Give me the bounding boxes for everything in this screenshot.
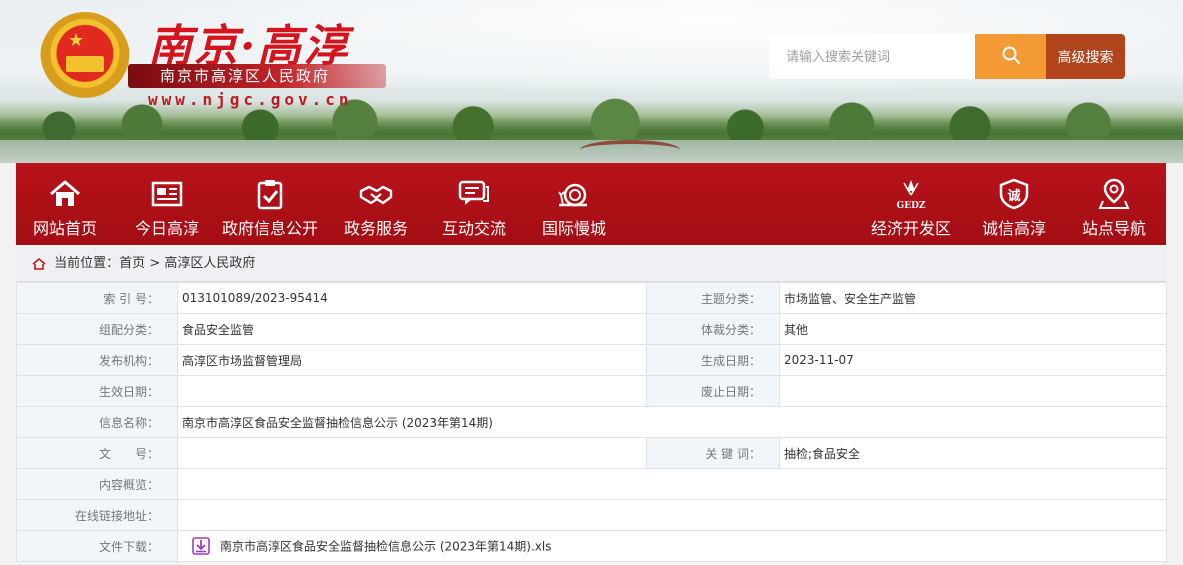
created-label: 生成日期： [646, 344, 780, 376]
effective-label: 生效日期： [16, 375, 178, 407]
advanced-search-button[interactable]: 高级搜索 [1046, 34, 1125, 79]
publisher-label: 发布机构： [16, 344, 178, 376]
breadcrumb-current-link[interactable]: 高淳区人民政府 [164, 256, 255, 271]
nav-item-dev-zone[interactable]: GEDZ 经济开发区 [868, 163, 954, 245]
effective-value [177, 375, 647, 407]
clipboard-check-icon [257, 180, 283, 210]
topic-value: 市场监管、安全生产监管 [779, 282, 1167, 314]
search-input[interactable] [769, 34, 975, 79]
search-button[interactable] [975, 34, 1046, 79]
table-row: 信息名称： 南京市高淳区食品安全监督抽检信息公示 (2023年第14期) [16, 406, 1167, 438]
nav-item-today[interactable]: 今日高淳 [126, 163, 208, 245]
search-icon [1002, 46, 1020, 65]
abolish-value [779, 375, 1167, 407]
name-label: 信息名称： [16, 406, 178, 438]
index-value: 013101089/2023-95414 [177, 282, 647, 314]
snail-icon [558, 183, 587, 207]
svg-text:GEDZ: GEDZ [897, 201, 926, 211]
gedz-logo-icon: GEDZ [897, 180, 926, 211]
doc-no-value [177, 437, 647, 469]
info-table: 索 引 号： 013101089/2023-95414 主题分类： 市场监管、安… [16, 282, 1167, 562]
nav-item-home[interactable]: 网站首页 [26, 163, 104, 245]
doc-no-label: 文 号： [16, 437, 178, 469]
home-icon [32, 257, 46, 270]
abolish-label: 废止日期： [646, 375, 780, 407]
chat-icon [458, 180, 489, 205]
genre-value: 其他 [779, 313, 1167, 345]
download-icon[interactable] [192, 537, 210, 555]
summary-value [177, 468, 1167, 500]
site-subtitle: 南京市高淳区人民政府 [128, 64, 386, 88]
file-download-link[interactable]: 南京市高淳区食品安全监督抽检信息公示 (2023年第14期).xls [220, 540, 552, 554]
newspaper-icon [151, 181, 183, 207]
site-url: www.njgc.gov.cn [148, 90, 353, 109]
header-banner: ★ 南京·高淳 南京市高淳区人民政府 www.njgc.gov.cn 高级搜索 [0, 0, 1183, 163]
topic-label: 主题分类： [646, 282, 780, 314]
link-label: 在线链接地址： [16, 499, 178, 531]
org-category-value: 食品安全监管 [177, 313, 647, 345]
keywords-label: 关 键 词： [646, 437, 780, 469]
table-row: 文 号： 关 键 词： 抽检;食品安全 [16, 437, 1167, 469]
nav-item-gov-info[interactable]: 政府信息公开 [220, 163, 320, 245]
table-row: 发布机构： 高淳区市场监督管理局 生成日期： 2023-11-07 [16, 344, 1167, 376]
banner-bridge [580, 140, 680, 160]
nav-item-integrity[interactable]: 诚 诚信高淳 [976, 163, 1052, 245]
table-row: 生效日期： 废止日期： [16, 375, 1167, 407]
nav-item-slow-city[interactable]: 国际慢城 [536, 163, 612, 245]
table-row: 组配分类： 食品安全监管 体裁分类： 其他 [16, 313, 1167, 345]
file-download-cell: 南京市高淳区食品安全监督抽检信息公示 (2023年第14期).xls [177, 530, 1167, 562]
link-value [177, 499, 1167, 531]
publisher-value: 高淳区市场监督管理局 [177, 344, 647, 376]
breadcrumb-prefix: 当前位置： [54, 256, 120, 271]
table-row: 文件下载： 南京市高淳区食品安全监督抽检信息公示 (2023年第14期).xls [16, 530, 1167, 562]
table-row: 索 引 号： 013101089/2023-95414 主题分类： 市场监管、安… [16, 282, 1167, 314]
summary-label: 内容概览： [16, 468, 178, 500]
keywords-value: 抽检;食品安全 [779, 437, 1167, 469]
table-row: 内容概览： [16, 468, 1167, 500]
breadcrumb-home-link[interactable]: 首页 [119, 256, 145, 271]
breadcrumb: 当前位置：首页 > 高淳区人民政府 [16, 245, 1166, 282]
nav-item-services[interactable]: 政务服务 [338, 163, 414, 245]
svg-text:诚: 诚 [1007, 188, 1020, 204]
breadcrumb-separator: > [149, 256, 161, 271]
nav-item-sitemap[interactable]: 站点导航 [1076, 163, 1152, 245]
main-nav: 网站首页 今日高淳 政府信息公开 政务服务 互动交流 国际慢城 GEDZ 经济开… [16, 163, 1166, 245]
table-row: 在线链接地址： [16, 499, 1167, 531]
national-emblem-icon: ★ [40, 12, 130, 104]
index-label: 索 引 号： [16, 282, 178, 314]
org-category-label: 组配分类： [16, 313, 178, 345]
handshake-icon [359, 185, 393, 205]
file-label: 文件下载： [16, 530, 178, 562]
nav-item-interaction[interactable]: 互动交流 [436, 163, 512, 245]
integrity-shield-icon: 诚 [999, 178, 1029, 210]
name-value: 南京市高淳区食品安全监督抽检信息公示 (2023年第14期) [177, 406, 1167, 438]
genre-label: 体裁分类： [646, 313, 780, 345]
home-icon [50, 180, 80, 206]
created-value: 2023-11-07 [779, 344, 1167, 376]
location-pin-icon [1098, 178, 1130, 209]
